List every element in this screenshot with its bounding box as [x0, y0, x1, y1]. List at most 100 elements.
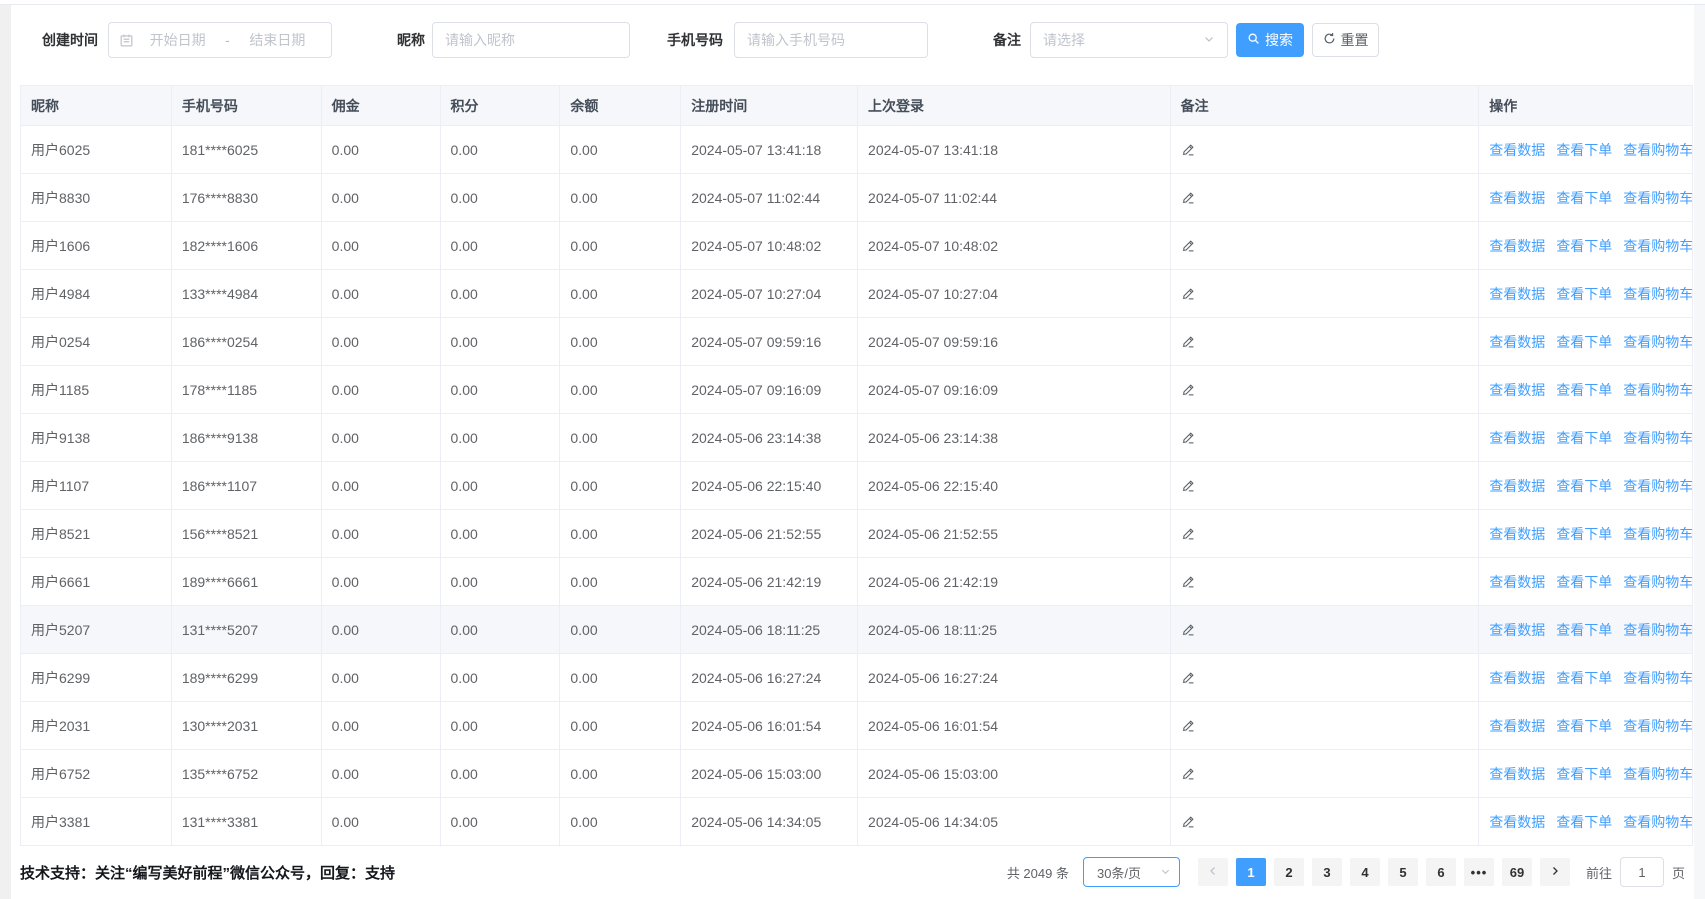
pager-prev[interactable] — [1198, 858, 1228, 886]
action-link-0[interactable]: 查看数据 — [1489, 140, 1545, 160]
action-link-2[interactable]: 查看购物车 — [1623, 812, 1692, 832]
action-link-0[interactable]: 查看数据 — [1489, 332, 1545, 352]
nickname-input[interactable] — [445, 32, 617, 48]
cell-nickname: 用户3381 — [21, 798, 172, 846]
action-link-1[interactable]: 查看下单 — [1556, 380, 1612, 400]
page-size-select[interactable]: 30条/页 — [1083, 857, 1180, 887]
page-button-1[interactable]: 1 — [1236, 858, 1266, 886]
pencil-edit-icon[interactable] — [1181, 238, 1196, 253]
action-link-2[interactable]: 查看购物车 — [1623, 668, 1692, 688]
action-link-1[interactable]: 查看下单 — [1556, 620, 1612, 640]
cell-points: 0.00 — [441, 654, 561, 702]
action-link-1[interactable]: 查看下单 — [1556, 812, 1612, 832]
action-link-0[interactable]: 查看数据 — [1489, 620, 1545, 640]
action-link-0[interactable]: 查看数据 — [1489, 236, 1545, 256]
reset-button[interactable]: 重置 — [1312, 23, 1379, 57]
cell-remark — [1171, 366, 1480, 414]
action-link-1[interactable]: 查看下单 — [1556, 764, 1612, 784]
action-link-1[interactable]: 查看下单 — [1556, 188, 1612, 208]
pager-more[interactable]: ••• — [1464, 858, 1494, 886]
cell-points: 0.00 — [441, 702, 561, 750]
action-link-0[interactable]: 查看数据 — [1489, 716, 1545, 736]
action-link-0[interactable]: 查看数据 — [1489, 476, 1545, 496]
column-header-0: 昵称 — [21, 86, 172, 126]
table-body: 用户6025181****60250.000.000.002024-05-07 … — [21, 126, 1692, 846]
cell-actions: 查看数据查看下单查看购物车 — [1479, 414, 1692, 462]
page-button-5[interactable]: 5 — [1388, 858, 1418, 886]
action-link-2[interactable]: 查看购物车 — [1623, 284, 1692, 304]
action-link-0[interactable]: 查看数据 — [1489, 188, 1545, 208]
start-date-placeholder[interactable]: 开始日期 — [150, 30, 206, 50]
pager-pages: 123456 ••• 69 — [1232, 858, 1536, 886]
action-link-0[interactable]: 查看数据 — [1489, 284, 1545, 304]
action-link-2[interactable]: 查看购物车 — [1623, 572, 1692, 592]
page-button-4[interactable]: 4 — [1350, 858, 1380, 886]
action-link-0[interactable]: 查看数据 — [1489, 428, 1545, 448]
action-link-0[interactable]: 查看数据 — [1489, 524, 1545, 544]
action-link-1[interactable]: 查看下单 — [1556, 284, 1612, 304]
pencil-edit-icon[interactable] — [1181, 622, 1196, 637]
action-link-1[interactable]: 查看下单 — [1556, 572, 1612, 592]
action-link-2[interactable]: 查看购物车 — [1623, 380, 1692, 400]
pencil-edit-icon[interactable] — [1181, 142, 1196, 157]
action-link-2[interactable]: 查看购物车 — [1623, 524, 1692, 544]
action-link-2[interactable]: 查看购物车 — [1623, 236, 1692, 256]
pencil-edit-icon[interactable] — [1181, 430, 1196, 445]
pencil-edit-icon[interactable] — [1181, 766, 1196, 781]
create-time-range-picker[interactable]: 开始日期 - 结束日期 — [108, 22, 332, 58]
pager: 123456 ••• 69 — [1194, 858, 1574, 886]
action-link-2[interactable]: 查看购物车 — [1623, 764, 1692, 784]
action-link-2[interactable]: 查看购物车 — [1623, 140, 1692, 160]
pencil-edit-icon[interactable] — [1181, 670, 1196, 685]
action-link-2[interactable]: 查看购物车 — [1623, 716, 1692, 736]
search-button[interactable]: 搜索 — [1236, 23, 1304, 57]
action-link-1[interactable]: 查看下单 — [1556, 140, 1612, 160]
action-link-2[interactable]: 查看购物车 — [1623, 620, 1692, 640]
pencil-edit-icon[interactable] — [1181, 574, 1196, 589]
phone-input[interactable] — [747, 32, 915, 48]
page-button-6[interactable]: 6 — [1426, 858, 1456, 886]
pencil-edit-icon[interactable] — [1181, 382, 1196, 397]
cell-actions: 查看数据查看下单查看购物车 — [1479, 606, 1692, 654]
action-link-2[interactable]: 查看购物车 — [1623, 188, 1692, 208]
action-link-0[interactable]: 查看数据 — [1489, 668, 1545, 688]
action-link-2[interactable]: 查看购物车 — [1623, 476, 1692, 496]
action-link-0[interactable]: 查看数据 — [1489, 812, 1545, 832]
pencil-edit-icon[interactable] — [1181, 190, 1196, 205]
cell-points: 0.00 — [441, 606, 561, 654]
action-link-1[interactable]: 查看下单 — [1556, 524, 1612, 544]
action-link-2[interactable]: 查看购物车 — [1623, 332, 1692, 352]
page-button-3[interactable]: 3 — [1312, 858, 1342, 886]
cell-balance: 0.00 — [560, 414, 681, 462]
pencil-edit-icon[interactable] — [1181, 286, 1196, 301]
cell-last_login: 2024-05-07 09:59:16 — [858, 318, 1171, 366]
page-button-69[interactable]: 69 — [1502, 858, 1532, 886]
calendar-icon — [119, 33, 134, 48]
cell-nickname: 用户1606 — [21, 222, 172, 270]
action-link-1[interactable]: 查看下单 — [1556, 716, 1612, 736]
cell-commission: 0.00 — [322, 606, 441, 654]
action-link-2[interactable]: 查看购物车 — [1623, 428, 1692, 448]
pager-next[interactable] — [1540, 858, 1570, 886]
pencil-edit-icon[interactable] — [1181, 814, 1196, 829]
action-link-1[interactable]: 查看下单 — [1556, 236, 1612, 256]
column-header-5: 注册时间 — [681, 86, 858, 126]
cell-nickname: 用户9138 — [21, 414, 172, 462]
cell-register_time: 2024-05-06 14:34:05 — [681, 798, 858, 846]
action-link-1[interactable]: 查看下单 — [1556, 332, 1612, 352]
action-link-1[interactable]: 查看下单 — [1556, 476, 1612, 496]
pencil-edit-icon[interactable] — [1181, 526, 1196, 541]
action-link-0[interactable]: 查看数据 — [1489, 764, 1545, 784]
pencil-edit-icon[interactable] — [1181, 478, 1196, 493]
pencil-edit-icon[interactable] — [1181, 334, 1196, 349]
page-button-2[interactable]: 2 — [1274, 858, 1304, 886]
remark-select[interactable]: 请选择 — [1030, 22, 1228, 58]
action-link-1[interactable]: 查看下单 — [1556, 668, 1612, 688]
pencil-edit-icon[interactable] — [1181, 718, 1196, 733]
end-date-placeholder[interactable]: 结束日期 — [249, 30, 305, 50]
action-link-0[interactable]: 查看数据 — [1489, 572, 1545, 592]
action-link-0[interactable]: 查看数据 — [1489, 380, 1545, 400]
column-header-6: 上次登录 — [858, 86, 1171, 126]
goto-page-input[interactable] — [1620, 857, 1664, 887]
action-link-1[interactable]: 查看下单 — [1556, 428, 1612, 448]
